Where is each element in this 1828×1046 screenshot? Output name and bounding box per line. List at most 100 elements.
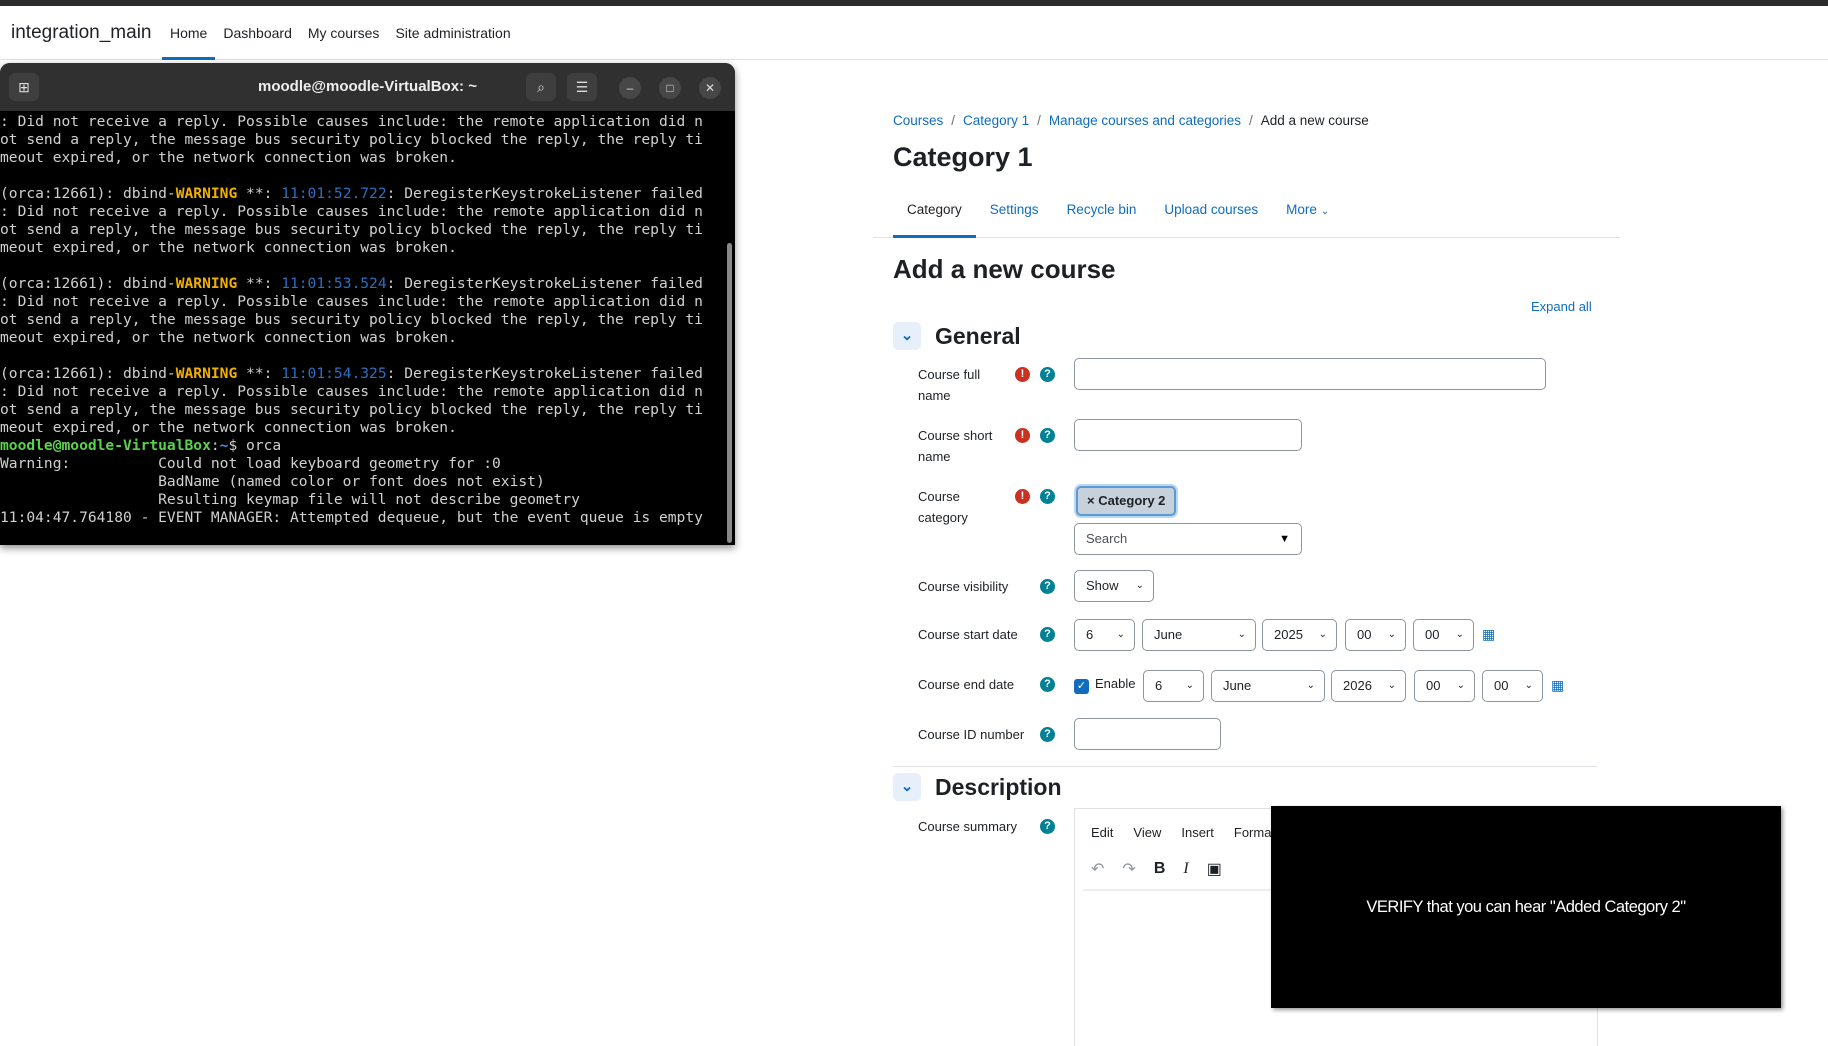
tab-settings[interactable]: Settings — [976, 192, 1053, 238]
selected-category-tag[interactable]: × Category 2 — [1076, 486, 1177, 516]
terminal-text: : DeregisterKeystrokeListener failed — [386, 365, 703, 382]
help-icon[interactable]: ? — [1040, 579, 1055, 594]
editor-toolbar: ↶ ↷ B I ▣ — [1091, 859, 1222, 879]
undo-icon[interactable]: ↶ — [1091, 859, 1104, 879]
terminal-line: 11:04:47.764180 - EVENT MANAGER: Attempt… — [0, 509, 728, 527]
hamburger-menu-icon[interactable]: ☰ — [567, 73, 597, 101]
terminal-line: moodle@moodle-VirtualBox:~$ orca — [0, 437, 728, 455]
calendar-icon[interactable]: ▦ — [1551, 677, 1564, 694]
minimize-icon[interactable]: – — [619, 77, 641, 99]
terminal-text: Warning: Could not load keyboard geometr… — [0, 455, 501, 472]
end-month-select[interactable]: June ⌄ — [1211, 670, 1325, 702]
help-icon[interactable]: ? — [1040, 627, 1055, 642]
start-year-select[interactable]: 2025 ⌄ — [1262, 619, 1337, 651]
chevron-down-icon: ⌄ — [1320, 206, 1330, 217]
terminal-text: Resulting keymap file will not describe … — [0, 491, 580, 508]
primary-navigation: Home Dashboard My courses Site administr… — [162, 6, 519, 60]
chevron-down-icon: ⌄ — [1524, 680, 1533, 691]
terminal-line: (orca:12661): dbind-WARNING **: 11:01:52… — [0, 185, 728, 203]
nav-my-courses[interactable]: My courses — [300, 6, 388, 60]
short-name-label: Course short name — [918, 428, 993, 464]
help-icon[interactable]: ? — [1040, 819, 1055, 834]
expand-all-link[interactable]: Expand all — [1531, 299, 1592, 314]
close-icon[interactable]: ✕ — [699, 77, 721, 99]
chevron-down-icon: ⌄ — [1306, 680, 1315, 691]
terminal-text: moodle@moodle-VirtualBox — [0, 437, 211, 454]
terminal-scrollbar[interactable] — [727, 243, 732, 543]
image-icon[interactable]: ▣ — [1207, 859, 1222, 879]
end-year-select[interactable]: 2026 ⌄ — [1331, 670, 1406, 702]
start-month-select[interactable]: June ⌄ — [1142, 619, 1256, 651]
nav-home[interactable]: Home — [162, 6, 216, 60]
start-day-select[interactable]: 6 ⌄ — [1074, 619, 1135, 651]
help-icon[interactable]: ? — [1040, 428, 1055, 443]
terminal-text: $ orca — [228, 437, 282, 454]
terminal-text: BadName (named color or font does not ex… — [0, 473, 545, 490]
required-icon: ! — [1015, 489, 1030, 504]
end-date-enable-checkbox[interactable]: ✓ — [1074, 679, 1089, 694]
maximize-icon[interactable]: □ — [659, 77, 681, 99]
editor-menu-format[interactable]: Format — [1234, 825, 1275, 840]
terminal-text: meout expired, or the network connection… — [0, 329, 457, 346]
end-date-enable-label: Enable — [1095, 676, 1136, 691]
id-number-input[interactable] — [1074, 718, 1221, 750]
terminal-output[interactable]: : Did not receive a reply. Possible caus… — [0, 113, 728, 543]
terminal-line: (orca:12661): dbind-WARNING **: 11:01:53… — [0, 275, 728, 293]
search-icon[interactable]: ⌕ — [526, 73, 556, 101]
terminal-text: : DeregisterKeystrokeListener failed — [386, 275, 703, 292]
terminal-line: ot send a reply, the message bus securit… — [0, 131, 728, 149]
chevron-down-icon[interactable]: ⌄ — [893, 322, 921, 350]
terminal-window[interactable]: ⊞ moodle@moodle-VirtualBox: ~ ⌕ ☰ – □ ✕ … — [0, 63, 735, 545]
editor-menu-insert[interactable]: Insert — [1181, 825, 1214, 840]
section-general-header[interactable]: ⌄ General — [893, 322, 1021, 350]
editor-menu-view[interactable]: View — [1133, 825, 1161, 840]
terminal-text: (orca:12661): dbind- — [0, 185, 176, 202]
page-title: Category 1 — [893, 142, 1033, 172]
full-name-input[interactable] — [1074, 358, 1546, 390]
terminal-text: meout expired, or the network connection… — [0, 239, 457, 256]
terminal-text: : DeregisterKeystrokeListener failed — [386, 185, 703, 202]
nav-dashboard[interactable]: Dashboard — [215, 6, 300, 60]
end-hour-select[interactable]: 00 ⌄ — [1414, 670, 1475, 702]
visibility-select[interactable]: Show ⌄ — [1074, 570, 1154, 602]
breadcrumb-category-1[interactable]: Category 1 — [963, 113, 1029, 128]
tab-more[interactable]: More ⌄ — [1272, 192, 1343, 238]
dropdown-arrow-icon[interactable]: ▼ — [1279, 524, 1290, 554]
category-search[interactable]: Search ▼ — [1074, 523, 1302, 555]
section-description-header[interactable]: ⌄ Description — [893, 773, 1062, 801]
breadcrumb-manage-courses[interactable]: Manage courses and categories — [1049, 113, 1241, 128]
chevron-down-icon[interactable]: ⌄ — [893, 773, 921, 801]
nav-site-administration[interactable]: Site administration — [387, 6, 518, 60]
editor-menu-edit[interactable]: Edit — [1091, 825, 1113, 840]
end-minute-select[interactable]: 00 ⌄ — [1482, 670, 1543, 702]
tab-category[interactable]: Category — [893, 192, 976, 238]
help-icon[interactable]: ? — [1040, 489, 1055, 504]
help-icon[interactable]: ? — [1040, 677, 1055, 692]
redo-icon[interactable]: ↷ — [1122, 859, 1135, 879]
short-name-input[interactable] — [1074, 419, 1302, 451]
terminal-titlebar[interactable]: ⊞ moodle@moodle-VirtualBox: ~ ⌕ ☰ – □ ✕ — [0, 63, 735, 111]
end-day-select[interactable]: 6 ⌄ — [1143, 670, 1204, 702]
site-brand[interactable]: integration_main — [11, 22, 151, 44]
bold-icon[interactable]: B — [1154, 860, 1166, 878]
terminal-line: : Did not receive a reply. Possible caus… — [0, 203, 728, 221]
terminal-line: meout expired, or the network connection… — [0, 149, 728, 167]
terminal-text: ot send a reply, the message bus securit… — [0, 311, 703, 328]
tab-recycle-bin[interactable]: Recycle bin — [1053, 192, 1151, 238]
site-navbar: integration_main Home Dashboard My cours… — [0, 6, 1828, 60]
chevron-down-icon: ⌄ — [1318, 629, 1327, 640]
terminal-text: 11:04:47.764180 - EVENT MANAGER: Attempt… — [0, 509, 703, 526]
terminal-text: 11:01:52.722 — [281, 185, 387, 202]
terminal-line: (orca:12661): dbind-WARNING **: 11:01:54… — [0, 365, 728, 383]
help-icon[interactable]: ? — [1040, 727, 1055, 742]
terminal-text: 11:01:54.325 — [281, 365, 387, 382]
start-minute-select[interactable]: 00 ⌄ — [1413, 619, 1474, 651]
calendar-icon[interactable]: ▦ — [1482, 626, 1495, 643]
terminal-text: WARNING — [175, 365, 238, 382]
italic-icon[interactable]: I — [1183, 860, 1188, 878]
start-hour-select[interactable]: 00 ⌄ — [1345, 619, 1406, 651]
help-icon[interactable]: ? — [1040, 367, 1055, 382]
tab-upload-courses[interactable]: Upload courses — [1150, 192, 1272, 238]
breadcrumb-courses[interactable]: Courses — [893, 113, 943, 128]
